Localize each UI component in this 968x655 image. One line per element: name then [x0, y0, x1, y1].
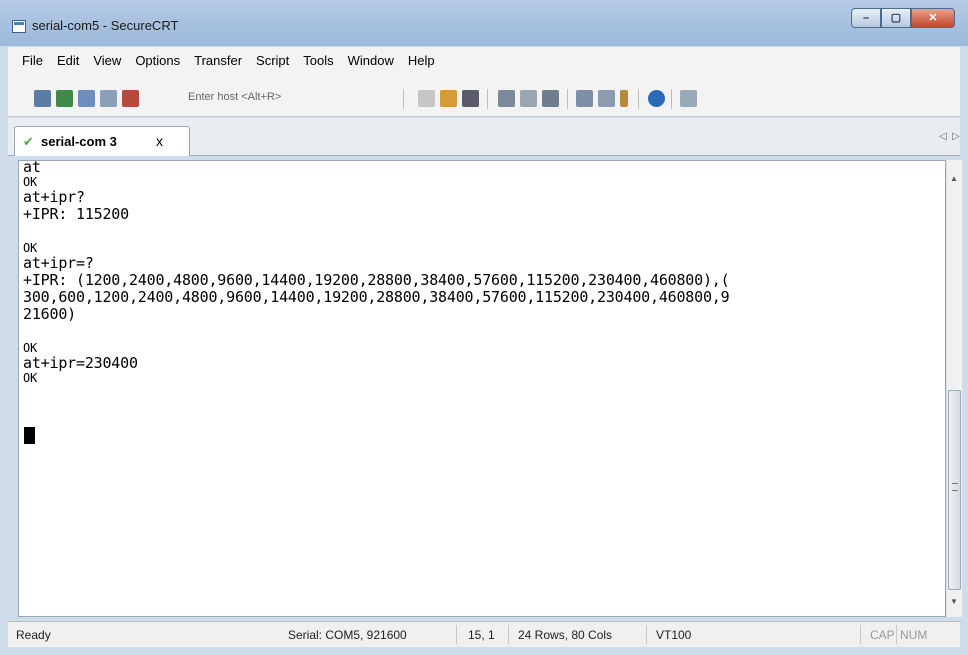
terminal-cursor: [24, 427, 35, 444]
terminal-line: OK: [23, 241, 38, 255]
status-num: NUM: [900, 628, 928, 642]
status-serial: Serial: COM5, 921600: [288, 628, 407, 642]
terminal-output[interactable]: at OK at+ipr? +IPR: 115200 OK at+ipr=? +…: [18, 160, 946, 617]
tab-scroll-right-icon[interactable]: ▷: [952, 131, 960, 142]
close-button[interactable]: ✕: [911, 8, 955, 28]
status-separator: [456, 625, 457, 644]
scroll-up-icon[interactable]: ▲: [950, 174, 958, 183]
tab-scroll-left-icon[interactable]: ◁: [939, 131, 947, 142]
scrollbar-thumb[interactable]: [948, 390, 961, 590]
toolbar-separator: [567, 89, 568, 109]
menu-tools[interactable]: Tools: [297, 53, 339, 68]
terminal-line: at: [23, 160, 41, 176]
help-icon[interactable]: [648, 90, 665, 107]
terminal-line: OK: [23, 175, 38, 189]
status-separator: [646, 625, 647, 644]
menu-script[interactable]: Script: [250, 53, 295, 68]
menu-help[interactable]: Help: [402, 53, 441, 68]
menu-window[interactable]: Window: [342, 53, 400, 68]
connect-tab-icon[interactable]: [78, 90, 95, 107]
scroll-down-icon[interactable]: ▼: [950, 597, 958, 606]
key-icon[interactable]: [620, 90, 628, 107]
maximize-button[interactable]: ▢: [881, 8, 911, 28]
menu-file[interactable]: File: [16, 53, 49, 68]
disconnect-icon[interactable]: [122, 90, 139, 107]
toolbar-separator: [671, 89, 672, 109]
terminal-line: OK: [23, 341, 38, 355]
terminal-line: 300,600,1200,2400,4800,9600,14400,19200,…: [23, 288, 730, 306]
tab-serial-com-3[interactable]: ✔ serial-com 3 x: [14, 126, 190, 156]
tab-strip: ✔ serial-com 3 x ◁ ▷: [8, 118, 960, 156]
status-ready: Ready: [16, 628, 51, 642]
terminal-line: +IPR: 115200: [23, 205, 129, 223]
print-icon[interactable]: [542, 90, 559, 107]
status-separator: [896, 625, 897, 644]
window-controls: – ▢ ✕: [851, 8, 955, 28]
toolbar: Enter host <Alt+R>: [8, 73, 960, 117]
connect-icon[interactable]: [34, 90, 51, 107]
status-bar: Ready Serial: COM5, 921600 15, 1 24 Rows…: [8, 621, 960, 647]
terminal-scrollbar[interactable]: ▲ ▼: [946, 160, 962, 617]
terminal-line: 21600): [23, 305, 76, 323]
terminal-line: at+ipr=?: [23, 254, 94, 272]
session-options-icon[interactable]: [576, 90, 593, 107]
app-icon: [12, 20, 26, 33]
menu-bar: File Edit View Options Transfer Script T…: [8, 47, 960, 73]
menu-options[interactable]: Options: [129, 53, 186, 68]
paste-icon[interactable]: [440, 90, 457, 107]
status-caps: CAP: [870, 628, 895, 642]
status-separator: [508, 625, 509, 644]
status-size: 24 Rows, 80 Cols: [518, 628, 613, 642]
window-title: serial-com5 - SecureCRT: [32, 18, 179, 33]
menu-edit[interactable]: Edit: [51, 53, 85, 68]
status-separator: [860, 625, 861, 644]
title-bar[interactable]: serial-com5 - SecureCRT – ▢ ✕: [0, 0, 968, 46]
menu-view[interactable]: View: [87, 53, 127, 68]
check-icon: ✔: [23, 134, 34, 149]
toolbar-separator: [403, 89, 404, 109]
global-options-icon[interactable]: [598, 90, 615, 107]
print-selection-icon[interactable]: [520, 90, 537, 107]
print-screen-icon[interactable]: [498, 90, 515, 107]
tab-label: serial-com 3: [41, 134, 117, 149]
status-emulation: VT100: [656, 628, 692, 642]
menu-transfer[interactable]: Transfer: [188, 53, 248, 68]
terminal-line: at+ipr?: [23, 188, 85, 206]
terminal-line: OK: [23, 371, 38, 385]
toolbar-separator: [638, 89, 639, 109]
quick-connect-icon[interactable]: [56, 90, 73, 107]
grip-icon: [952, 483, 958, 491]
minimize-button[interactable]: –: [851, 8, 881, 28]
status-position: 15, 1: [468, 628, 495, 642]
toolbar-separator: [487, 89, 488, 109]
reconnect-icon[interactable]: [100, 90, 117, 107]
find-icon[interactable]: [462, 90, 479, 107]
host-input[interactable]: Enter host <Alt+R>: [188, 91, 281, 103]
securecrt-window: serial-com5 - SecureCRT – ▢ ✕ File Edit …: [0, 0, 968, 655]
terminal-line: at+ipr=230400: [23, 354, 138, 372]
keymap-icon[interactable]: [680, 90, 697, 107]
tab-close-icon[interactable]: x: [156, 133, 163, 149]
terminal-line: +IPR: (1200,2400,4800,9600,14400,19200,2…: [23, 271, 730, 289]
copy-icon[interactable]: [418, 90, 435, 107]
